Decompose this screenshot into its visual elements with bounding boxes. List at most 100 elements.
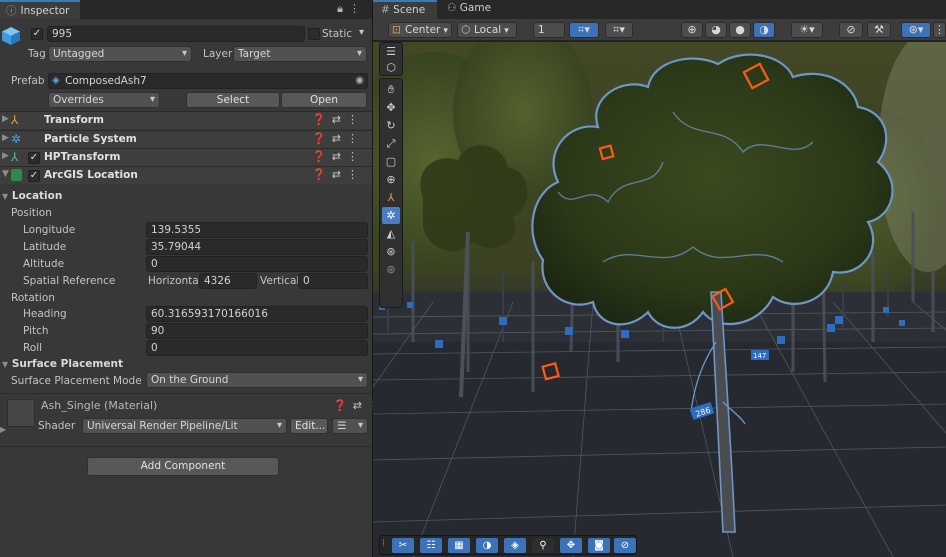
component-tools[interactable]: ❓⇄⋮ (312, 150, 364, 163)
tab-options[interactable]: 🔒︎⋮ (337, 2, 366, 16)
orientation-cube-icon[interactable]: ⬡ (382, 59, 400, 76)
enabled-checkbox[interactable]: ✓ (28, 170, 40, 182)
shaded-mode-button[interactable]: ◕ (705, 22, 727, 38)
active-checkbox[interactable]: ✓ (31, 28, 43, 40)
camera-icon[interactable]: ◙ (588, 538, 610, 553)
tab-game[interactable]: ⚇ Game (439, 0, 503, 19)
globe-tool-icon[interactable]: ⊛ (382, 243, 400, 260)
scale-tool-icon[interactable]: ⤢ (382, 135, 400, 152)
location-foldout[interactable]: ▼ Location (2, 188, 62, 204)
dropdown-icon: ▾ (504, 26, 509, 36)
tab-inspector[interactable]: ⓘ Inspector (0, 0, 80, 19)
layers-icon[interactable]: ◈ (504, 538, 526, 553)
shader-dropdown[interactable]: Universal Render Pipeline/Lit (82, 418, 287, 434)
component-tools[interactable]: ❓⇄⋮ (312, 132, 364, 145)
tool-settings-icon[interactable]: ✂ (392, 538, 414, 553)
heading-field[interactable]: 60.316593170166016 (146, 306, 368, 322)
list-icon: ☰ (337, 420, 347, 432)
vertical-field[interactable]: 0 (298, 273, 368, 289)
overrides-dropdown[interactable]: Overrides (48, 92, 160, 108)
menu-icon[interactable]: ☰ (382, 43, 400, 60)
inspector-panel: ⓘ Inspector 🔒︎⋮ ✓ 995 Static ▾ Tag Untagg… (0, 0, 379, 557)
grid-overlay-icon[interactable]: ▦ (448, 538, 470, 553)
expand-arrow-icon[interactable]: ▶ (2, 114, 9, 124)
bottom-overlay-toolbar: ⁞ ✂ ☷ ▦ ◑ ◈ ⚲ ✥ ◙ ⊘ (379, 535, 637, 555)
collapse-arrow-icon[interactable]: ▼ (2, 169, 9, 179)
roll-field[interactable]: 0 (146, 340, 368, 356)
open-button[interactable]: Open (281, 92, 367, 108)
lighting-overlay-icon[interactable]: ◑ (476, 538, 498, 553)
component-hptransform[interactable]: ▶ ⅄ ✓ HPTransform ❓⇄⋮ (0, 148, 372, 166)
align-icon[interactable]: ☷ (420, 538, 442, 553)
grid-snap-button[interactable]: ⌗▾ (569, 22, 599, 38)
layer-dropdown[interactable]: Target (233, 46, 367, 62)
gizmos-icon: ⊛▾ (908, 23, 924, 36)
expand-arrow-icon[interactable]: ▶ (2, 133, 9, 143)
rect-tool-icon[interactable]: ▢ (382, 153, 400, 170)
pitch-field[interactable]: 90 (146, 323, 368, 339)
overflow-button[interactable]: ⋮ (933, 22, 946, 38)
pivot-space-dropdown[interactable]: ⬡ Local ▾ (457, 22, 517, 38)
effects-dropdown[interactable]: ☀▾ (791, 22, 823, 38)
move-tool-icon[interactable]: ✥ (382, 99, 400, 116)
more-icon[interactable]: ⋮ (349, 2, 366, 15)
draw-mode-button[interactable]: ⊕ (681, 22, 703, 38)
expand-arrow-icon[interactable]: ▶ (0, 425, 6, 434)
lock-icon[interactable]: 🔒︎ (337, 2, 349, 15)
object-picker-icon[interactable]: ◉ (355, 74, 364, 88)
hand-tool-icon[interactable]: ✋︎ (382, 81, 400, 98)
tools-visibility-button[interactable]: ⚒ (867, 22, 891, 38)
compass-icon[interactable]: ⊘ (614, 538, 636, 553)
arcgis-location-icon (11, 169, 22, 181)
component-transform[interactable]: ▶ ⅄ Transform ❓⇄⋮ (0, 111, 372, 129)
component-tools[interactable]: ❓⇄⋮ (312, 168, 364, 181)
surface-placement-foldout[interactable]: ▼ Surface Placement (2, 356, 123, 372)
edit-shader-button[interactable]: Edit... (290, 418, 328, 434)
surface-mode-label: Surface Placement Mode (11, 375, 142, 387)
pivot-mode-dropdown[interactable]: ⊡ Center ▾ (388, 22, 452, 38)
vertical-label: Vertical (260, 275, 300, 287)
search-icon[interactable]: ⚲ (532, 538, 554, 553)
shader-options-dropdown[interactable]: ☰ (332, 418, 368, 434)
globe-tool-2-icon[interactable]: ⊛ (382, 261, 400, 278)
arcgis-tool-icon[interactable]: ◭ (382, 225, 400, 242)
lighting-toggle-button[interactable]: ◑ (753, 22, 775, 38)
divider (0, 393, 372, 394)
lit-mode-button[interactable]: ● (729, 22, 751, 38)
latitude-field[interactable]: 35.79044 (146, 239, 368, 255)
component-tools[interactable]: ❓⇄⋮ (312, 113, 364, 126)
drag-handle-icon[interactable]: ⁞ (382, 538, 385, 549)
component-arcgis-location[interactable]: ▼ ✓ ArcGIS Location ❓⇄⋮ (0, 166, 372, 184)
material-preview (7, 399, 35, 427)
static-dropdown-icon[interactable]: ▾ (359, 27, 364, 38)
longitude-field[interactable]: 139.5355 (146, 222, 368, 238)
tree-label-147: 147 (753, 352, 766, 360)
component-particle-system[interactable]: ▶ ✲ Particle System ❓⇄⋮ (0, 130, 372, 148)
expand-arrow-icon[interactable]: ▶ (2, 151, 9, 161)
custom-transform-tool-icon[interactable]: ⅄ (382, 189, 400, 206)
increment-snap-button[interactable]: ⌗▾ (605, 22, 633, 38)
particle-tool-icon[interactable]: ✲ (382, 207, 400, 224)
transform-icon: ⅄ (11, 113, 19, 127)
add-component-button[interactable]: Add Component (87, 457, 279, 476)
transform-tool-icon[interactable]: ⊕ (382, 171, 400, 188)
object-name-field[interactable]: 995 (47, 26, 305, 42)
altitude-field[interactable]: 0 (146, 256, 368, 272)
prefab-field[interactable]: ◈ ComposedAsh7 ◉ (48, 73, 368, 89)
tab-scene[interactable]: # Scene (373, 0, 437, 19)
tools-icon: ⚒ (874, 23, 884, 36)
enabled-checkbox[interactable]: ✓ (28, 152, 40, 164)
rotate-tool-icon[interactable]: ↻ (382, 117, 400, 134)
more-icon: ⋮ (934, 23, 945, 36)
static-checkbox[interactable] (308, 28, 320, 40)
tag-dropdown[interactable]: Untagged (48, 46, 192, 62)
move-overlay-icon[interactable]: ✥ (560, 538, 582, 553)
overlay-menu-strip[interactable]: ☰ ⬡ (379, 42, 403, 76)
scene-viewport[interactable]: 286 147 ☰ ⬡ ✋︎ ✥ ↻ ⤢ ▢ ⊕ ⅄ ✲ ◭ ⊛ ⊛ ⁞ ✂ ☷… (373, 42, 946, 557)
hide-tools-button[interactable]: ⊘ (839, 22, 863, 38)
horizontal-field[interactable]: 4326 (199, 273, 257, 289)
surface-mode-dropdown[interactable]: On the Ground (146, 372, 368, 388)
gizmos-dropdown[interactable]: ⊛▾ (901, 22, 931, 38)
grid-size-field[interactable]: 1 (533, 22, 565, 38)
select-button[interactable]: Select (186, 92, 280, 108)
